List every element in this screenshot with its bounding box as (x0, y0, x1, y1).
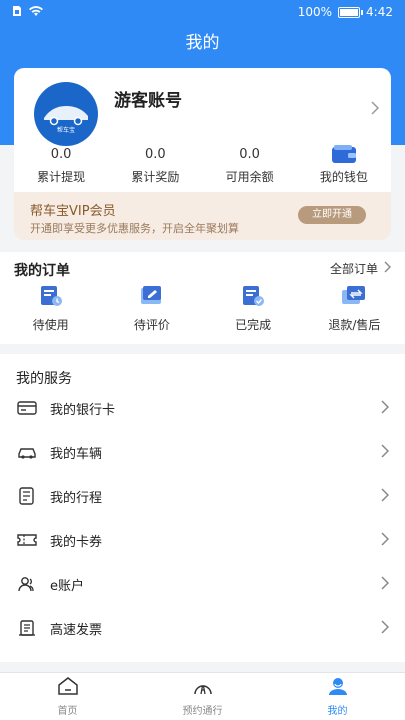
service-label: 我的车辆 (50, 446, 103, 462)
order-label: 退款/售后 (328, 318, 381, 332)
trip-icon (16, 485, 38, 507)
tab-mine[interactable]: 我的 (270, 673, 405, 720)
tab-home[interactable]: 首页 (0, 673, 135, 720)
vip-title: 帮车宝VIP会员 (30, 204, 116, 219)
stat-total-reward[interactable]: 0.0 累计奖励 (108, 144, 202, 190)
tab-label: 我的 (327, 706, 348, 717)
car-logo-icon: 帮车宝 (44, 106, 88, 134)
profile-row[interactable]: 帮车宝 游客账号 (14, 68, 391, 152)
e-account-icon (16, 573, 38, 595)
all-orders-link[interactable]: 全部订单 (330, 260, 391, 277)
stats-row: 0.0 累计提现 0.0 累计奖励 0.0 可用余额 我的钱包 (14, 144, 391, 190)
vip-banner[interactable]: 帮车宝VIP会员 开通即享受更多优惠服务，开启全年聚划算 立即开通 (14, 192, 391, 240)
chevron-right-icon (381, 619, 390, 638)
services-title: 我的服务 (16, 371, 72, 387)
tab-label: 首页 (57, 706, 78, 717)
order-completed[interactable]: 已完成 (203, 284, 304, 333)
stat-value: 0.0 (239, 147, 260, 162)
service-label: 我的行程 (50, 490, 103, 506)
account-card: 帮车宝 游客账号 0.0 累计提现 0.0 累计奖励 0.0 可用余额 我的钱包… (14, 68, 391, 240)
service-invoice[interactable]: 高速发票 (0, 606, 405, 650)
battery-percent: 100% (297, 5, 333, 19)
vip-open-button[interactable]: 立即开通 (298, 206, 366, 224)
all-orders-label: 全部订单 (329, 262, 378, 276)
order-refund[interactable]: 退款/售后 (304, 284, 405, 333)
sim-icon (12, 5, 22, 20)
invoice-icon (16, 617, 38, 639)
order-label: 待评价 (133, 318, 170, 332)
coupon-icon (16, 529, 38, 551)
service-coupons[interactable]: 我的卡券 (0, 518, 405, 562)
order-label: 待使用 (32, 318, 69, 332)
stat-available-balance[interactable]: 0.0 可用余额 (203, 144, 297, 190)
stat-value: 0.0 (145, 147, 166, 162)
avatar[interactable]: 帮车宝 (34, 82, 98, 146)
service-label: 高速发票 (50, 622, 103, 638)
chevron-right-icon (381, 399, 390, 418)
service-e-account[interactable]: e账户 (0, 562, 405, 606)
refund-icon (340, 284, 368, 312)
order-pending-use[interactable]: 待使用 (0, 284, 101, 333)
chevron-right-icon (381, 487, 390, 506)
service-label: e账户 (50, 578, 84, 594)
account-name: 游客账号 (114, 91, 182, 111)
user-icon (327, 676, 349, 700)
stat-value: 0.0 (50, 147, 72, 162)
wifi-icon (28, 5, 44, 20)
chevron-right-icon (381, 443, 390, 462)
pending-review-icon (139, 284, 165, 312)
stat-label: 累计奖励 (131, 170, 180, 184)
service-label: 我的卡券 (50, 534, 103, 550)
order-pending-review[interactable]: 待评价 (101, 284, 202, 333)
road-icon (192, 676, 214, 700)
pending-use-icon (38, 284, 64, 312)
completed-icon (240, 284, 266, 312)
chevron-right-icon (384, 261, 391, 276)
orders-title: 我的订单 (14, 263, 70, 279)
home-icon (57, 676, 79, 700)
wallet-icon (331, 144, 357, 164)
bank-card-icon (16, 397, 38, 419)
chevron-right-icon (381, 575, 390, 594)
my-wallet[interactable]: 我的钱包 (297, 144, 391, 190)
tab-bar: 首页 预约通行 我的 (0, 672, 405, 720)
services-section: 我的服务 我的银行卡 我的车辆 我的行程 我的卡券 e账户 高速发票 (0, 354, 405, 662)
service-trips[interactable]: 我的行程 (0, 474, 405, 518)
order-label: 已完成 (235, 318, 272, 332)
chevron-right-icon (381, 531, 390, 550)
stat-label: 我的钱包 (319, 170, 368, 184)
tab-label: 预约通行 (182, 706, 223, 717)
stat-label: 可用余额 (225, 170, 274, 184)
stat-label: 累计提现 (37, 170, 86, 184)
service-label: 我的银行卡 (50, 402, 116, 418)
clock: 4:42 (366, 5, 393, 19)
stat-total-withdraw[interactable]: 0.0 累计提现 (14, 144, 108, 190)
chevron-right-icon[interactable] (371, 100, 380, 119)
service-vehicle[interactable]: 我的车辆 (0, 430, 405, 474)
status-bar: 100% 4:42 (0, 0, 405, 24)
battery-icon (338, 6, 364, 18)
orders-section: 我的订单 全部订单 待使用 待评价 已完成 退款/售后 (0, 252, 405, 344)
vip-subtitle: 开通即享受更多优惠服务，开启全年聚划算 (30, 222, 239, 235)
page-title: 我的 (185, 33, 220, 53)
service-bank-card[interactable]: 我的银行卡 (0, 386, 405, 430)
car-icon (16, 441, 38, 463)
tab-reserve-pass[interactable]: 预约通行 (135, 673, 270, 720)
logo-text: 帮车宝 (57, 126, 75, 134)
